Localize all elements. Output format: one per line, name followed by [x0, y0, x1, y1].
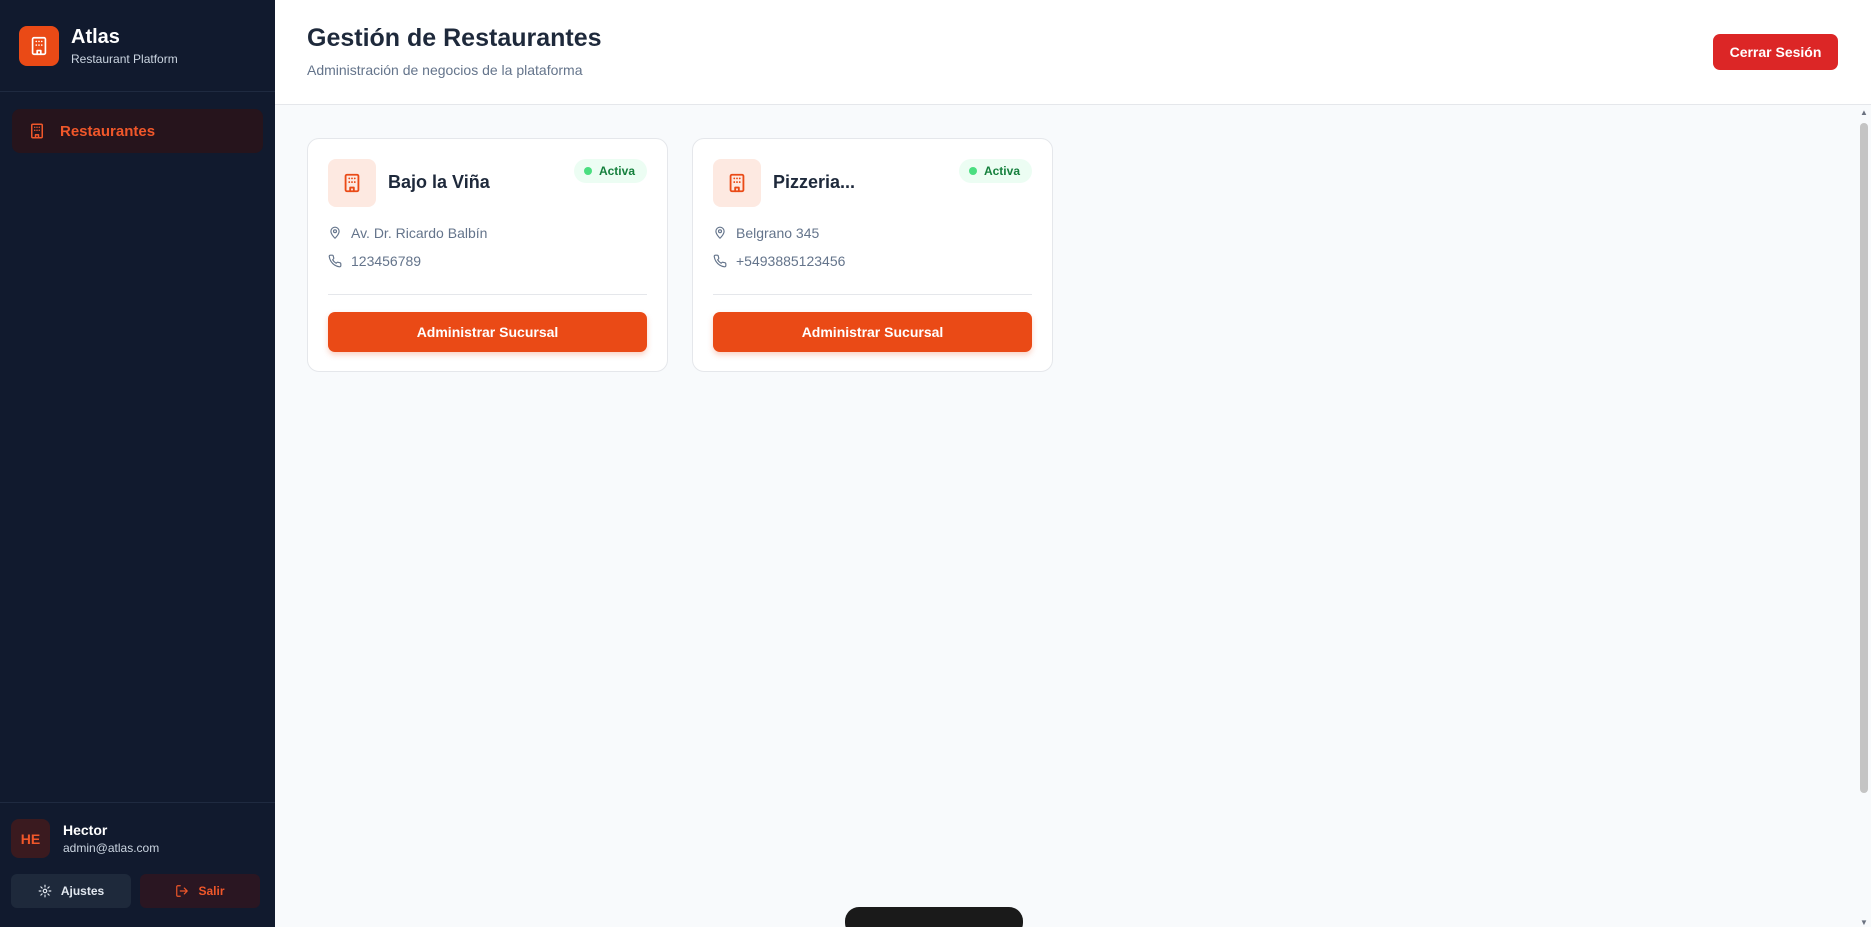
scroll-thumb[interactable]	[1860, 123, 1868, 793]
status-dot	[583, 167, 592, 175]
restaurant-phone: 123456789	[351, 253, 422, 269]
building-icon	[19, 25, 59, 66]
status-badge: Activa	[958, 159, 1032, 183]
user-email: admin@atlas.com	[63, 841, 160, 855]
scroll-down-arrow-icon[interactable]: ▼	[1860, 918, 1868, 927]
address-row: Av. Dr. Ricardo Balbín	[328, 225, 487, 241]
page-subtitle: Administración de negocios de la platafo…	[307, 62, 583, 78]
restaurant-address: Belgrano 345	[736, 225, 820, 241]
restaurant-name: Bajo la Viña	[388, 172, 490, 192]
address-row: Belgrano 345	[713, 225, 819, 241]
phone-row: 123456789	[328, 253, 421, 269]
restaurant-name: Pizzeria...	[773, 172, 856, 192]
phone-icon	[713, 254, 727, 268]
status-label: Activa	[598, 164, 635, 178]
user-name: Hector	[63, 822, 108, 838]
brand: Atlas Restaurant Platform	[0, 0, 275, 92]
scroll-up-arrow-icon[interactable]: ▲	[1860, 108, 1868, 117]
brand-subtitle: Restaurant Platform	[71, 51, 178, 66]
gear-icon	[38, 884, 52, 898]
sidebar-item-restaurantes[interactable]: Restaurantes	[12, 109, 263, 153]
sidebar-nav: Restaurantes	[0, 92, 275, 170]
sidebar-footer: HE Hector admin@atlas.com Ajustes Salir	[0, 802, 275, 927]
building-icon	[328, 159, 376, 207]
user-profile: HE Hector admin@atlas.com	[11, 819, 264, 858]
map-pin-icon	[328, 226, 342, 240]
sidebar-item-label: Restaurantes	[60, 122, 156, 140]
restaurant-card: Pizzeria... Activa Belgrano 345 +5493885…	[692, 138, 1053, 372]
restaurant-card: Bajo la Viña Activa Av. Dr. Ricardo Balb…	[307, 138, 668, 372]
phone-icon	[328, 254, 342, 268]
sidebar: Atlas Restaurant Platform Restaurantes H…	[0, 0, 275, 927]
building-icon	[713, 159, 761, 207]
floating-toolbar[interactable]	[845, 907, 1023, 927]
brand-name: Atlas	[71, 25, 120, 48]
manage-branch-button[interactable]: Administrar Sucursal	[328, 312, 647, 352]
page-header: Gestión de Restaurantes Administración d…	[275, 0, 1871, 105]
status-label: Activa	[983, 164, 1020, 178]
avatar: HE	[11, 819, 50, 858]
scrollbar[interactable]: ▲ ▼	[1857, 105, 1871, 927]
exit-button[interactable]: Salir	[140, 874, 260, 908]
page-title: Gestión de Restaurantes	[307, 24, 602, 52]
exit-label: Salir	[198, 884, 225, 898]
map-pin-icon	[713, 226, 727, 240]
divider	[713, 294, 1032, 295]
divider	[328, 294, 647, 295]
status-dot	[968, 167, 977, 175]
settings-button[interactable]: Ajustes	[11, 874, 131, 908]
phone-row: +5493885123456	[713, 253, 845, 269]
restaurant-address: Av. Dr. Ricardo Balbín	[351, 225, 488, 241]
manage-branch-button[interactable]: Administrar Sucursal	[713, 312, 1032, 352]
settings-label: Ajustes	[60, 884, 105, 898]
building-icon	[28, 122, 46, 140]
logout-icon	[175, 884, 189, 898]
logout-button[interactable]: Cerrar Sesión	[1713, 34, 1838, 70]
restaurant-phone: +5493885123456	[736, 253, 846, 269]
status-badge: Activa	[573, 159, 647, 183]
